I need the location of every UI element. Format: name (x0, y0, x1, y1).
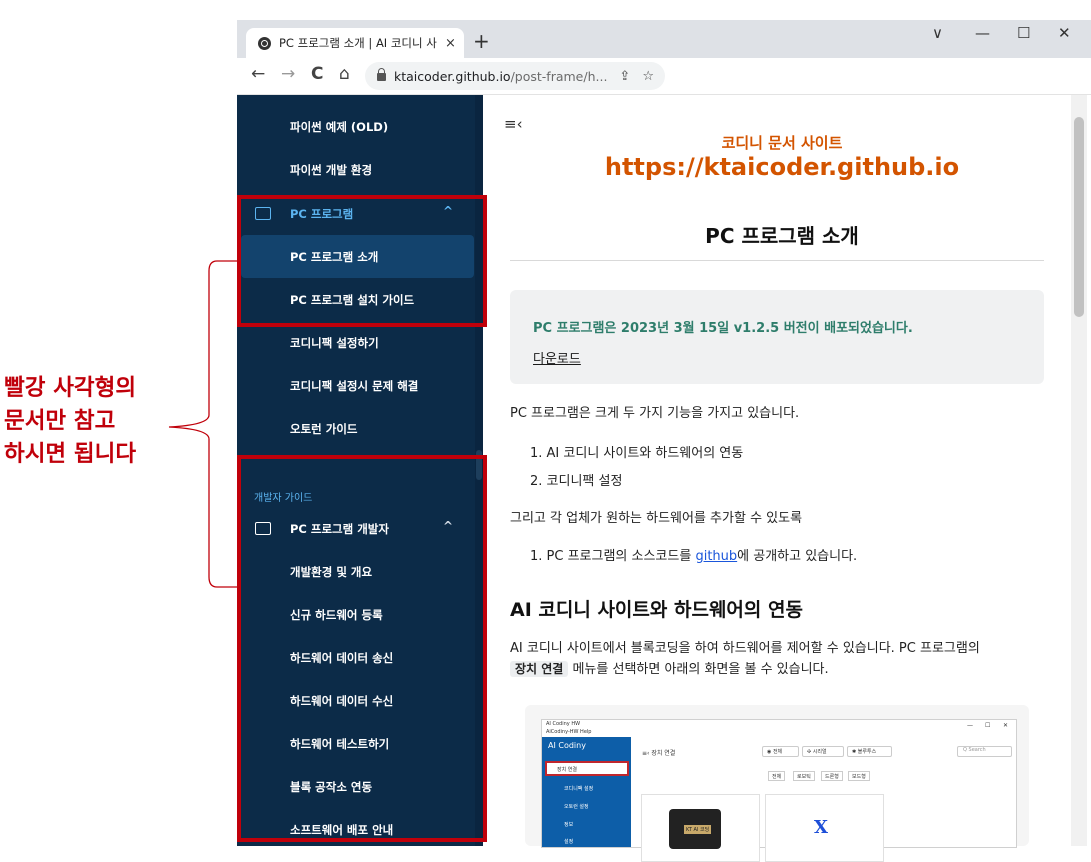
reload-button[interactable]: C (311, 64, 323, 84)
annotation-caption: 빨강 사각형의 문서만 참고 하시면 됩니다 (4, 372, 136, 471)
app-category: 드론형 (821, 771, 843, 781)
app-filter-all: ◉ 전체 (762, 746, 799, 757)
minimize-button[interactable]: — (975, 24, 990, 42)
feature-item: 2. 코디니팩 설정 (530, 474, 623, 489)
lock-icon (377, 68, 386, 81)
list-text: 1. PC 프로그램의 소스코드를 (530, 549, 696, 564)
sidebar-item-python-examples-old[interactable]: 파이썬 예제 (OLD) (237, 105, 475, 148)
page-scroll-thumb[interactable] (1074, 117, 1084, 317)
share-icon[interactable]: ⇪ (619, 69, 630, 84)
doc-content: ≡‹ 코디니 문서 사이트 https://ktaicoder.github.i… (485, 95, 1079, 862)
close-window-button[interactable]: ✕ (1058, 24, 1071, 42)
caption-line: 하시면 됩니다 (4, 441, 137, 467)
brand-subtitle: 코디니 문서 사이트 (721, 134, 843, 152)
highlight-box-pc-program (237, 195, 487, 327)
tab-close-icon[interactable]: × (445, 36, 456, 51)
globe-icon (258, 36, 271, 50)
app-device-card: KT AI 코딩 (641, 794, 760, 862)
menu-toggle-icon[interactable]: ≡‹ (504, 115, 523, 133)
app-filter-serial: ✣ 시리얼 (802, 746, 844, 757)
app-menu-label: 정보 (564, 822, 574, 828)
device-image: X (800, 807, 848, 851)
app-menu-label: 설정 (564, 839, 574, 845)
app-brand: AI Codiny (548, 741, 586, 750)
highlight-box-developer (237, 455, 487, 842)
app-sidebar: AI Codiny 장치 연결 코디니팩 설정 오토런 설정 정보 설정 (542, 737, 631, 847)
new-tab-button[interactable]: + (473, 29, 490, 53)
title-divider (510, 260, 1044, 261)
paragraph: 장치 연결 메뉴를 선택하면 아래의 화면을 볼 수 있습니다. (510, 658, 829, 677)
feature-item: 1. AI 코디니 사이트와 하드웨어의 연동 (530, 446, 744, 461)
section-heading: AI 코디니 사이트와 하드웨어의 연동 (510, 599, 803, 621)
list-text: 에 공개하고 있습니다. (737, 549, 858, 564)
app-filter-bluetooth: ✱ 블루투스 (847, 746, 892, 757)
app-menu-label: 코디니팩 설정 (564, 786, 594, 792)
app-close-icon: ✕ (1003, 722, 1009, 729)
url-path: /post-frame/h... (510, 68, 608, 84)
app-maximize-icon: ☐ (985, 722, 991, 729)
app-menubar: AiCodiny-HW Help (546, 729, 592, 735)
intro-paragraph: PC 프로그램은 크게 두 가지 기능을 가지고 있습니다. (510, 406, 800, 421)
app-screenshot: AI Codiny HW AiCodiny-HW Help — ☐ ✕ AI C… (525, 705, 1029, 862)
download-link[interactable]: 다운로드 (533, 348, 581, 367)
back-button[interactable]: ← (251, 64, 265, 84)
bookmark-star-icon[interactable]: ☆ (642, 69, 654, 84)
device-label: KT AI 코딩 (684, 825, 712, 834)
address-bar[interactable]: ktaicoder.github.io/post-frame/h... ⇪ ☆ (365, 62, 665, 90)
sidebar-item-python-dev-env[interactable]: 파이썬 개발 환경 (237, 148, 475, 191)
browser-tab[interactable]: PC 프로그램 소개 | AI 코디니 사 × (246, 28, 464, 58)
paragraph: 그리고 각 업체가 원하는 하드웨어를 추가할 수 있도록 (510, 511, 803, 526)
app-device-card: X (765, 794, 884, 862)
app-minimize-icon: — (967, 722, 973, 729)
url-host: ktaicoder.github.io (394, 68, 511, 84)
paragraph: AI 코디니 사이트에서 블록코딩을 하여 하드웨어를 제어할 수 있습니다. … (510, 641, 980, 656)
release-notice: PC 프로그램은 2023년 3월 15일 v1.2.5 버전이 배포되었습니다… (510, 290, 1044, 384)
home-button[interactable]: ⌂ (339, 64, 350, 84)
tab-search-icon[interactable]: ∨ (932, 24, 943, 42)
sidebar-item-codinipack-setup[interactable]: 코디니팩 설정하기 (237, 321, 475, 364)
tab-title: PC 프로그램 소개 | AI 코디니 사 (279, 36, 437, 50)
device-connect-label: 장치 연결 (510, 661, 569, 677)
app-header: ≡‹ 장치 연결 (642, 750, 676, 757)
caption-line: 빨강 사각형의 (4, 375, 137, 401)
brand-url: https://ktaicoder.github.io (604, 153, 960, 181)
app-search: Q Search (957, 746, 1012, 757)
browser-titlebar: PC 프로그램 소개 | AI 코디니 사 × + ∨ — ☐ ✕ (237, 20, 1091, 58)
device-image: KT AI 코딩 (669, 809, 721, 849)
app-category: 보드형 (848, 771, 870, 781)
notice-text: PC 프로그램은 2023년 3월 15일 v1.2.5 버전이 배포되었습니다… (533, 321, 913, 336)
app-menu-label: 오토런 설정 (564, 804, 589, 810)
page-title: PC 프로그램 소개 (705, 224, 859, 248)
source-list-item: 1. PC 프로그램의 소스코드를 github에 공개하고 있습니다. (530, 545, 857, 564)
sidebar-item-codinipack-troubleshoot[interactable]: 코디니팩 설정시 문제 해결 (237, 364, 475, 407)
app-category: 전체 (768, 771, 786, 781)
forward-button[interactable]: → (281, 64, 295, 84)
browser-toolbar: ← → C ⌂ ktaicoder.github.io/post-frame/h… (237, 58, 1091, 95)
maximize-button[interactable]: ☐ (1017, 24, 1030, 42)
github-link[interactable]: github (695, 549, 737, 564)
page-scrollbar[interactable] (1071, 95, 1087, 846)
app-title: AI Codiny HW (546, 721, 581, 727)
app-category: 로보틱 (793, 771, 815, 781)
annotation-brace (168, 260, 237, 588)
paragraph-text: 메뉴를 선택하면 아래의 화면을 볼 수 있습니다. (568, 662, 829, 677)
device-x-glyph: X (814, 817, 828, 838)
app-menu-device-connect: 장치 연결 (545, 761, 629, 776)
app-menu-label: 장치 연결 (557, 767, 577, 773)
sidebar-item-autorun-guide[interactable]: 오토런 가이드 (237, 407, 475, 450)
app-window: AI Codiny HW AiCodiny-HW Help — ☐ ✕ AI C… (541, 719, 1017, 862)
caption-line: 문서만 참고 (4, 408, 116, 434)
